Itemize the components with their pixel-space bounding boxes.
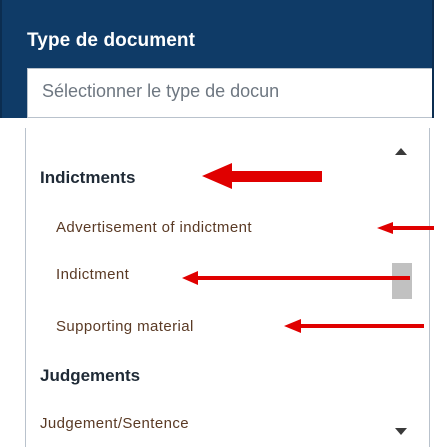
option-indictment[interactable]: Indictment	[56, 266, 129, 283]
document-type-dropdown: Indictments Advertisement of indictment …	[25, 128, 430, 447]
dropdown-scrollbar[interactable]	[392, 130, 412, 447]
option-advertisement-of-indictment[interactable]: Advertisement of indictment	[56, 219, 252, 236]
scroll-thumb[interactable]	[392, 263, 412, 299]
option-supporting-material[interactable]: Supporting material	[56, 318, 194, 335]
scroll-up-icon[interactable]	[395, 148, 407, 155]
document-type-select[interactable]: Sélectionner le type de docun	[27, 68, 432, 118]
group-label-indictments: Indictments	[40, 168, 136, 187]
scroll-down-icon[interactable]	[395, 428, 407, 435]
document-type-panel: Type de document Sélectionner le type de…	[0, 0, 434, 447]
group-label-judgements: Judgements	[40, 366, 141, 385]
header-title: Type de document	[27, 30, 196, 51]
option-judgement-sentence[interactable]: Judgement/Sentence	[40, 415, 189, 432]
header: Type de document Sélectionner le type de…	[0, 0, 434, 118]
